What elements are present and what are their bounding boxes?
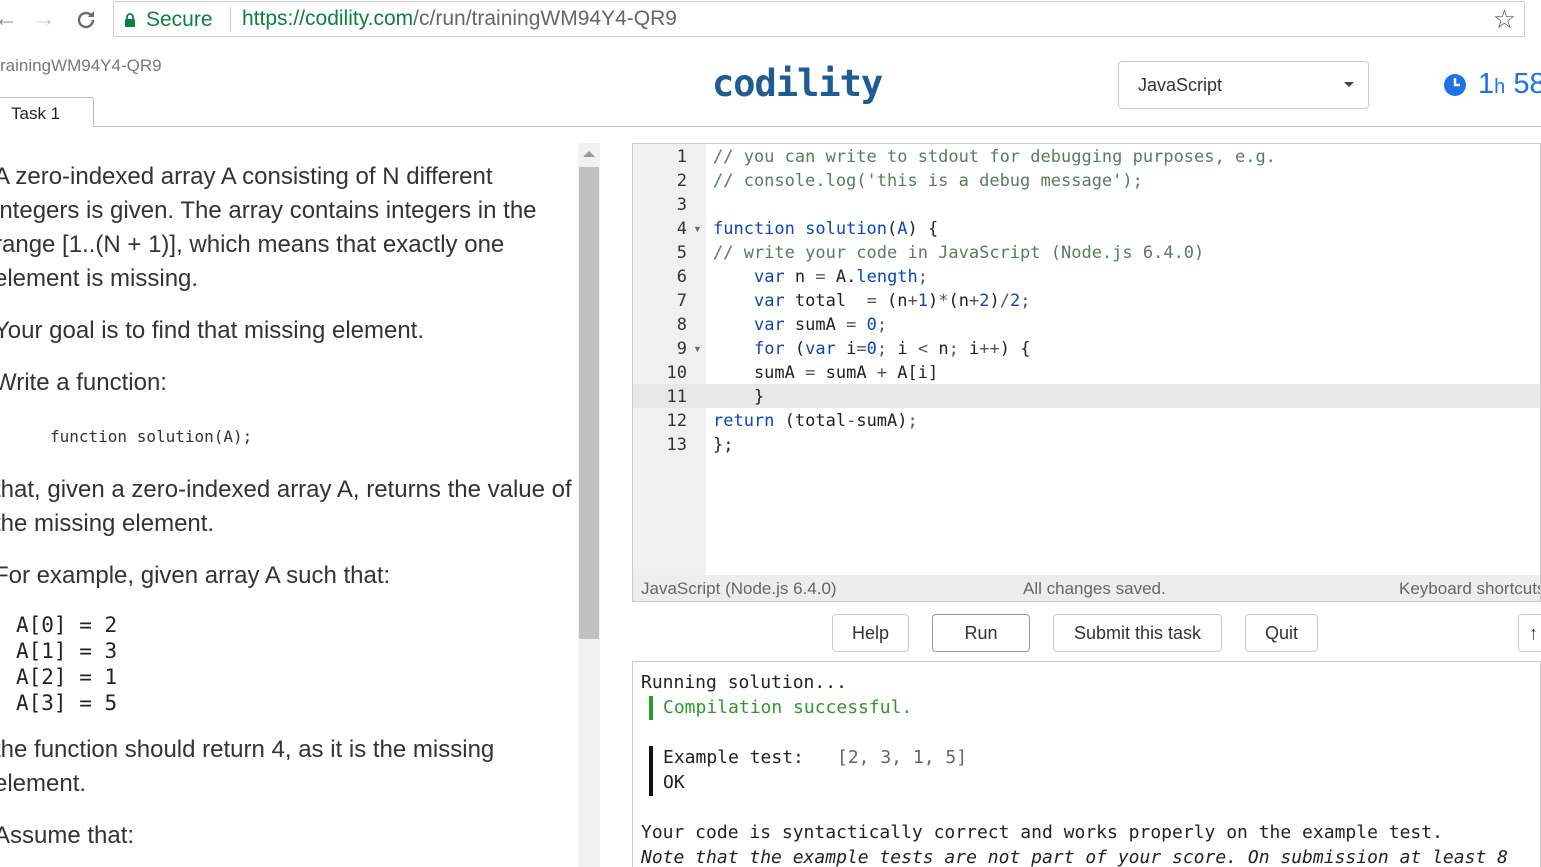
code-line[interactable]: // console.log('this is a debug message'…	[713, 171, 1143, 191]
language-select-value: JavaScript	[1138, 75, 1223, 95]
console-running: Running solution...	[641, 672, 847, 693]
code-line[interactable]: // write your code in JavaScript (Node.j…	[713, 243, 1204, 263]
code-line[interactable]: var total = (n+1)*(n+2)/2;	[713, 291, 1031, 311]
url-separator	[230, 7, 231, 32]
secure-indicator[interactable]: Secure	[124, 8, 213, 32]
status-saved: All changes saved.	[1023, 579, 1166, 598]
clock-icon	[1444, 74, 1466, 96]
timer-minutes: 58	[1513, 68, 1541, 100]
url-host: https://codility.com	[242, 7, 414, 30]
desc-line: integers is given. The array contains in…	[0, 197, 537, 224]
example-test-value: [2, 3, 1, 5]	[837, 747, 968, 768]
codility-logo: codility	[712, 62, 883, 105]
quit-button[interactable]: Quit	[1245, 614, 1318, 652]
countdown-timer: 1h 58	[1478, 68, 1541, 101]
code-line[interactable]: return (total-sumA);	[713, 411, 918, 431]
timer-hours: 1	[1478, 68, 1495, 100]
code-line[interactable]: var n = A.length;	[713, 267, 928, 287]
desc-line: Write a function:	[0, 369, 167, 396]
desc-line: the missing element.	[0, 510, 215, 537]
active-line-highlight	[633, 384, 1540, 408]
desc-line: element is missing.	[0, 265, 199, 292]
desc-line: element.	[0, 770, 87, 797]
result-bar	[649, 746, 653, 796]
run-button[interactable]: Run	[932, 614, 1030, 652]
desc-line: A zero-indexed array A consisting of N d…	[0, 163, 493, 190]
success-bar	[649, 696, 653, 720]
array-example-line: A[1] = 3	[16, 639, 118, 663]
line-number: 4	[676, 219, 687, 239]
console-note: Note that the example tests are not part…	[641, 847, 1508, 867]
secure-label: Secure	[146, 8, 213, 31]
timer-unit: h	[1494, 76, 1506, 98]
desc-line: the function should return 4, as it is t…	[0, 736, 495, 763]
function-signature: function solution(A);	[50, 427, 253, 446]
array-example-line: A[2] = 1	[16, 665, 118, 689]
code-line[interactable]: // you can write to stdout for debugging…	[713, 147, 1276, 167]
code-line[interactable]: var sumA = 0;	[713, 315, 887, 335]
help-button[interactable]: Help	[832, 614, 909, 652]
line-number: 13	[666, 435, 687, 455]
status-language: JavaScript (Node.js 6.4.0)	[641, 579, 837, 598]
back-arrow-icon[interactable]: ←	[0, 4, 18, 34]
scrollbar-thumb[interactable]	[579, 167, 599, 639]
line-number: 1	[676, 147, 687, 167]
keyboard-shortcuts-link[interactable]: Keyboard shortcuts	[1399, 579, 1540, 599]
chevron-down-icon	[1344, 82, 1354, 87]
desc-line: Your goal is to find that missing elemen…	[0, 317, 425, 344]
collapse-arrow-icon[interactable]: ↑	[1518, 614, 1541, 652]
code-line[interactable]: };	[713, 435, 733, 455]
line-number: 2	[676, 171, 687, 191]
console-summary: Your code is syntactically correct and w…	[641, 822, 1443, 843]
fold-arrow-icon[interactable]: ▼	[693, 344, 702, 354]
line-number: 12	[666, 411, 687, 431]
array-example-line: A[3] = 5	[16, 691, 118, 715]
code-line[interactable]: }	[713, 387, 764, 407]
line-number: 10	[666, 363, 687, 383]
code-line[interactable]: sumA = sumA + A[i]	[713, 363, 938, 383]
line-number: 9	[676, 339, 687, 359]
task-title: rainingWM94Y4-QR9	[0, 56, 162, 75]
example-test-label: Example test:	[663, 747, 804, 768]
editor-status-bar: JavaScript (Node.js 6.4.0) All changes s…	[633, 575, 1540, 601]
line-number: 5	[676, 243, 687, 263]
description-scrollbar[interactable]	[578, 143, 600, 867]
task-description: A zero-indexed array A consisting of N d…	[0, 145, 575, 867]
array-example-line: A[0] = 2	[16, 613, 118, 637]
line-number: 11	[666, 387, 687, 407]
url-text[interactable]: https://codility.com/c/run/trainingWM94Y…	[242, 7, 677, 31]
console-output: Running solution... Compilation successf…	[632, 661, 1541, 867]
line-number: 8	[676, 315, 687, 335]
desc-line: For example, given array A such that:	[0, 562, 391, 589]
address-bar[interactable]: Secure https://codility.com/c/run/traini…	[113, 1, 1525, 37]
console-compilation: Compilation successful.	[663, 697, 913, 718]
tab-task-1[interactable]: Task 1	[0, 97, 94, 127]
line-number: 7	[676, 291, 687, 311]
fold-arrow-icon[interactable]: ▼	[693, 224, 702, 234]
line-number: 6	[676, 267, 687, 287]
tab-divider	[94, 126, 1541, 127]
code-editor[interactable]: 1 2 3 4 5 6 7 8 9 10 11 12 13 ▼ ▼ // you…	[632, 143, 1541, 602]
browser-toolbar: ← → Secure https://codility.com/c/run/tr…	[0, 0, 1541, 40]
code-line[interactable]: function solution(A) {	[713, 219, 938, 239]
scroll-up-arrow-icon[interactable]	[583, 151, 595, 157]
line-number: 3	[676, 195, 687, 215]
url-path: /c/run/trainingWM94Y4-QR9	[413, 7, 677, 30]
example-test-result: OK	[663, 772, 685, 793]
bookmark-star-icon[interactable]: ☆	[1493, 4, 1516, 35]
language-select[interactable]: JavaScript	[1118, 61, 1369, 109]
desc-line: Assume that:	[0, 822, 135, 849]
reload-icon[interactable]	[74, 4, 98, 40]
submit-task-button[interactable]: Submit this task	[1053, 614, 1222, 652]
lock-icon	[125, 13, 135, 27]
desc-line: range [1..(N + 1)], which means that exa…	[0, 231, 505, 258]
desc-line: that, given a zero-indexed array A, retu…	[0, 476, 572, 503]
code-line[interactable]: for (var i=0; i < n; i++) {	[713, 339, 1031, 359]
forward-arrow-icon[interactable]: →	[32, 4, 56, 34]
